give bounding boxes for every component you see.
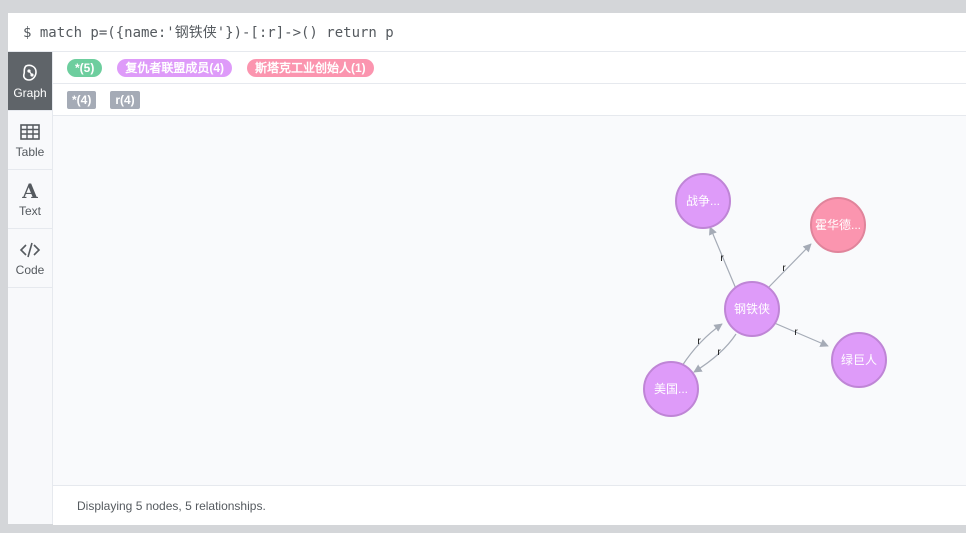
result-frame: $ match p=({name:'钢铁侠'})-[:r]->() return… bbox=[8, 13, 966, 525]
label-pill-stark-founder[interactable]: 斯塔克工业创始人(1) bbox=[247, 58, 374, 77]
graph-svg[interactable]: r r r r r 钢铁侠 战争... 霍华德... 绿巨人 美国... bbox=[53, 116, 966, 485]
node-label: 绿巨人 bbox=[841, 352, 877, 367]
relationship-line[interactable] bbox=[771, 321, 829, 347]
code-icon bbox=[19, 239, 41, 261]
rel-tag-all[interactable]: *(4) bbox=[67, 90, 97, 109]
status-text: Displaying 5 nodes, 5 relationships. bbox=[77, 498, 266, 513]
text-view-button[interactable]: A Text bbox=[8, 170, 52, 229]
status-bar: Displaying 5 nodes, 5 relationships. bbox=[53, 485, 966, 525]
rel-tag-r[interactable]: r(4) bbox=[110, 90, 140, 109]
node-label: 美国... bbox=[654, 382, 688, 396]
graph-view-label: Graph bbox=[13, 86, 47, 100]
node-label: 钢铁侠 bbox=[734, 302, 770, 316]
code-view-label: Code bbox=[15, 263, 45, 277]
query-text[interactable]: $ match p=({name:'钢铁侠'})-[:r]->() return… bbox=[23, 22, 394, 42]
node-label-legend: *(5) 复仇者联盟成员(4) 斯塔克工业创始人(1) bbox=[53, 52, 966, 84]
query-bar[interactable]: $ match p=({name:'钢铁侠'})-[:r]->() return… bbox=[8, 13, 966, 52]
label-pill-avengers-member[interactable]: 复仇者联盟成员(4) bbox=[117, 58, 233, 77]
graph-view-button[interactable]: Graph bbox=[8, 52, 52, 111]
relationship-line[interactable] bbox=[765, 243, 812, 291]
node-label: 霍华德... bbox=[815, 217, 861, 232]
graph-canvas[interactable]: r r r r r 钢铁侠 战争... 霍华德... 绿巨人 美国... bbox=[53, 116, 966, 485]
relationship-type-legend: *(4) r(4) bbox=[53, 84, 966, 116]
text-icon: A bbox=[22, 179, 38, 203]
graph-icon bbox=[20, 62, 40, 84]
relationship-label: r bbox=[782, 263, 786, 274]
view-sidebar: Graph Table A Text Code bbox=[8, 52, 53, 524]
table-view-button[interactable]: Table bbox=[8, 111, 52, 170]
text-view-label: Text bbox=[18, 204, 41, 218]
relationship-line[interactable] bbox=[681, 323, 723, 367]
table-icon bbox=[20, 121, 40, 143]
code-view-button[interactable]: Code bbox=[8, 229, 52, 288]
relationship-line[interactable] bbox=[709, 226, 740, 297]
label-pill-all[interactable]: *(5) bbox=[67, 58, 103, 77]
node-label: 战争... bbox=[686, 194, 720, 208]
table-view-label: Table bbox=[15, 145, 45, 159]
